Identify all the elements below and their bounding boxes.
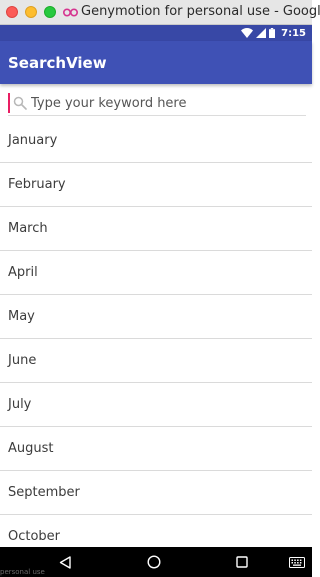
app-bar: SearchView xyxy=(0,41,312,84)
keyboard-button[interactable] xyxy=(286,547,308,577)
window-titlebar: Genymotion for personal use - Google xyxy=(0,0,320,25)
keyboard-icon xyxy=(289,556,305,568)
search-view[interactable] xyxy=(0,84,312,116)
list-item[interactable]: January xyxy=(0,119,312,163)
back-button[interactable] xyxy=(45,547,85,577)
recents-button[interactable] xyxy=(222,547,262,577)
window-title: Genymotion for personal use - Google xyxy=(81,4,320,19)
list-item[interactable]: May xyxy=(0,295,312,339)
home-icon xyxy=(147,555,161,569)
list-item[interactable]: July xyxy=(0,383,312,427)
genymotion-logo-icon xyxy=(63,8,78,17)
search-input[interactable] xyxy=(31,94,301,112)
footer-label: personal use xyxy=(0,568,45,576)
list-item[interactable]: August xyxy=(0,427,312,471)
wifi-icon xyxy=(241,28,254,38)
list-item[interactable]: April xyxy=(0,251,312,295)
search-underline xyxy=(8,115,306,116)
close-window-button[interactable] xyxy=(6,6,18,18)
list-item[interactable]: October xyxy=(0,515,312,547)
month-list[interactable]: January February March April May June Ju… xyxy=(0,119,312,547)
list-item[interactable]: June xyxy=(0,339,312,383)
minimize-window-button[interactable] xyxy=(25,6,37,18)
signal-icon xyxy=(256,28,267,38)
list-item[interactable]: March xyxy=(0,207,312,251)
recents-icon xyxy=(236,556,248,568)
list-item[interactable]: September xyxy=(0,471,312,515)
home-button[interactable] xyxy=(134,547,174,577)
status-bar: 7:15 xyxy=(0,25,312,41)
search-icon xyxy=(13,96,27,110)
zoom-window-button[interactable] xyxy=(44,6,56,18)
back-icon xyxy=(59,555,71,569)
text-cursor xyxy=(8,93,10,113)
navigation-bar xyxy=(0,547,312,577)
app-bar-title: SearchView xyxy=(8,54,107,72)
status-time: 7:15 xyxy=(281,27,306,39)
list-item[interactable]: February xyxy=(0,163,312,207)
battery-icon xyxy=(269,28,276,38)
